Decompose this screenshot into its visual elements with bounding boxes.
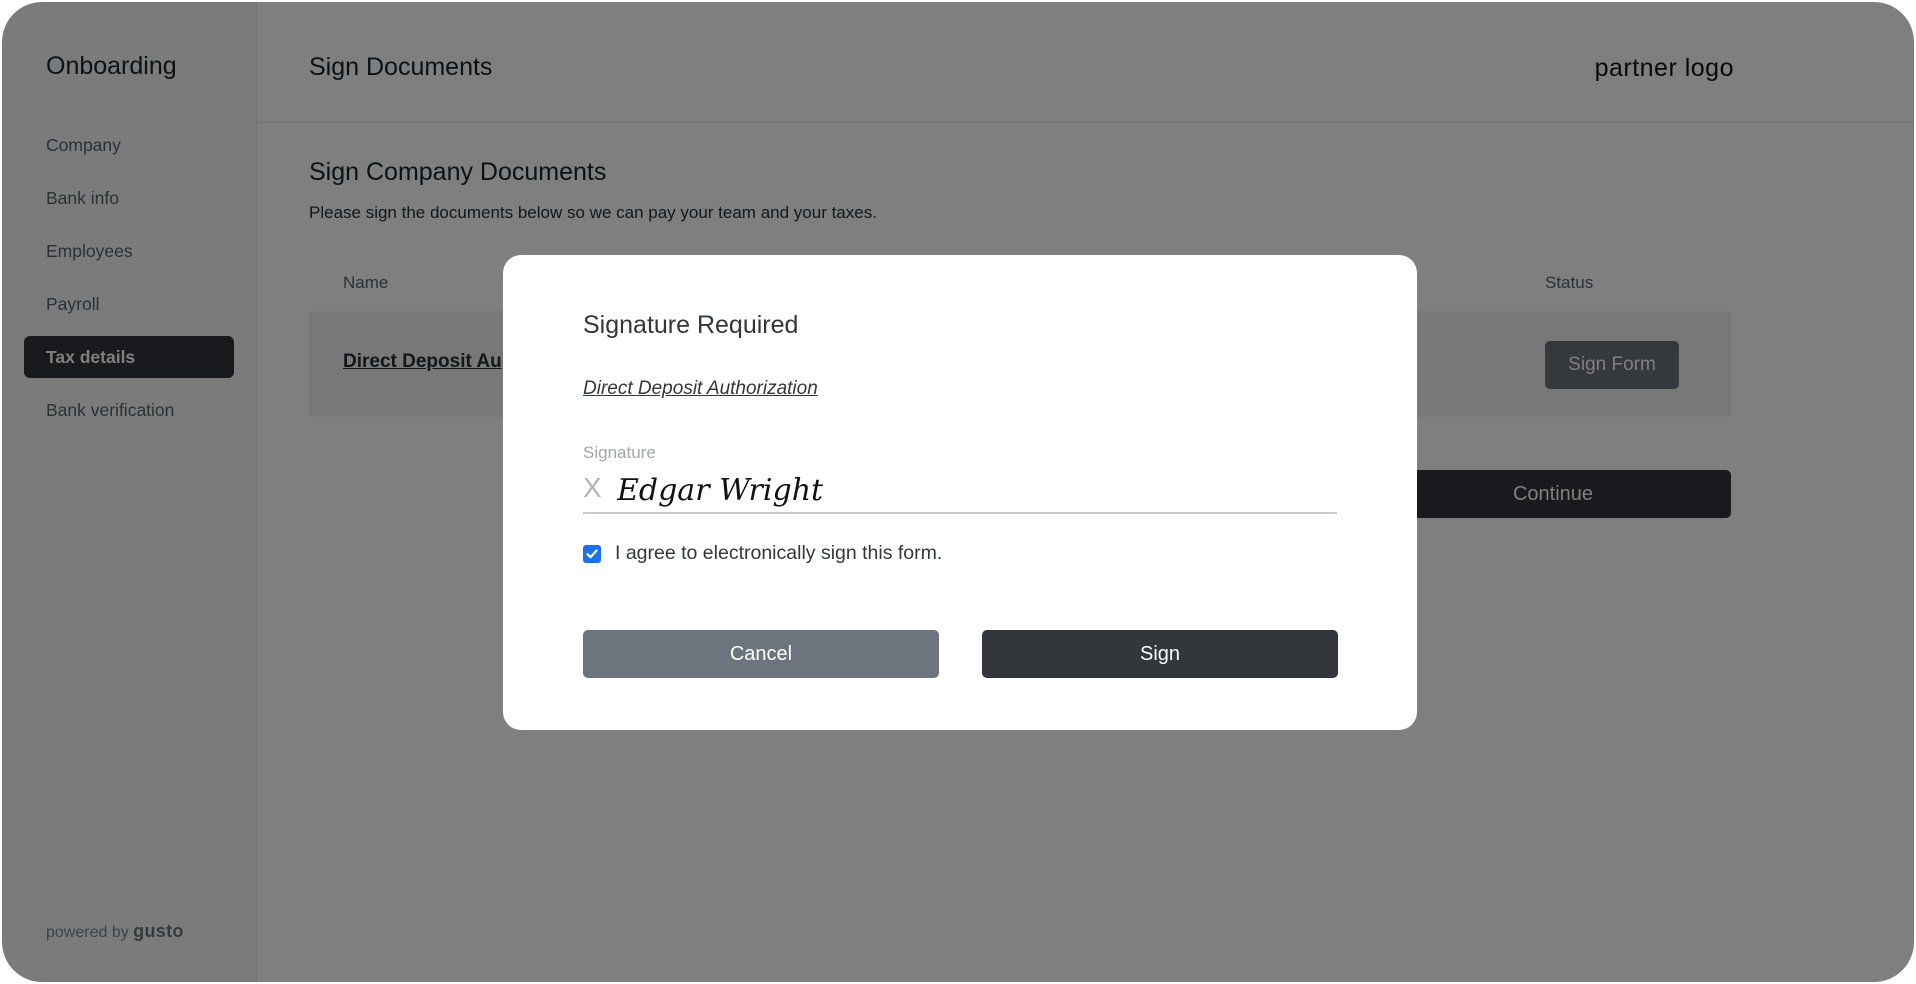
signature-x-mark: X: [583, 472, 602, 503]
signature-label: Signature: [583, 443, 656, 462]
modal-title: Signature Required: [583, 311, 799, 339]
agree-label: I agree to electronically sign this form…: [615, 542, 943, 564]
modal-document-link[interactable]: Direct Deposit Authorization: [583, 378, 818, 400]
signature-field: X: [583, 468, 1337, 514]
signature-modal: Signature Required Direct Deposit Author…: [503, 255, 1417, 730]
signature-input[interactable]: [615, 470, 1319, 510]
app-window: Onboarding Company Bank info Employees P…: [2, 2, 1914, 982]
sign-button[interactable]: Sign: [982, 630, 1338, 678]
cancel-button[interactable]: Cancel: [583, 630, 939, 678]
checkmark-icon: [586, 549, 598, 559]
agree-checkbox[interactable]: [583, 545, 601, 563]
